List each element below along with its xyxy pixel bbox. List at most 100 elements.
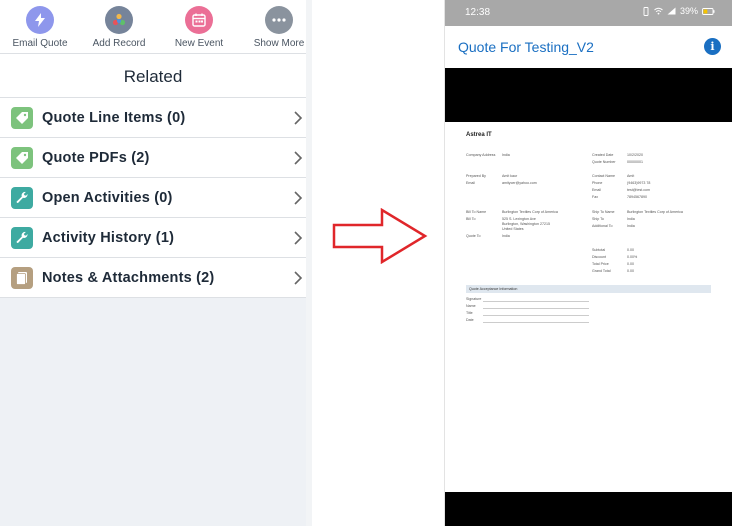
doc-label: Total Price bbox=[592, 262, 609, 266]
tag-icon bbox=[11, 147, 33, 169]
doc-value: test@test.com bbox=[627, 188, 651, 192]
chevron-right-icon bbox=[294, 191, 303, 205]
doc-value: India bbox=[627, 217, 635, 221]
quote-pdf-preview[interactable]: Astrea IT Company Address India Created … bbox=[445, 122, 732, 492]
action-label: Add Record bbox=[92, 38, 146, 49]
info-button[interactable]: i bbox=[704, 38, 721, 55]
related-heading: Related bbox=[0, 55, 306, 98]
record-panel: Email Quote Add Record New Event Show Mo… bbox=[0, 0, 306, 526]
doc-value: 00000001 bbox=[627, 160, 643, 164]
doc-label: Contact Name bbox=[592, 174, 615, 178]
doc-label: Date bbox=[466, 318, 474, 322]
calendar-icon bbox=[185, 6, 213, 34]
related-item-label: Open Activities (0) bbox=[42, 190, 173, 206]
doc-value: 7894567890 bbox=[627, 195, 647, 199]
doc-label: Created Date bbox=[592, 153, 614, 157]
doc-label: Name bbox=[466, 304, 476, 308]
title-bar: Quote For Testing_V2 i bbox=[445, 26, 732, 68]
add-record-icon bbox=[105, 6, 133, 34]
doc-value: United States bbox=[502, 227, 524, 231]
company-name: Astrea IT bbox=[466, 132, 492, 138]
doc-value: (9463)9973 78 bbox=[627, 181, 651, 185]
doc-label: Company Address bbox=[466, 153, 496, 157]
page-title: Quote For Testing_V2 bbox=[458, 39, 594, 55]
wrench-icon bbox=[11, 187, 33, 209]
doc-value: Amit bbox=[627, 174, 635, 178]
doc-label: Email bbox=[592, 188, 601, 192]
doc-label: Bill To bbox=[466, 217, 476, 221]
status-time: 12:38 bbox=[465, 7, 491, 18]
doc-value: Burlington, Washington 27215 bbox=[502, 222, 551, 226]
related-item-activity-history[interactable]: Activity History (1) bbox=[0, 218, 306, 258]
lightning-icon bbox=[26, 6, 54, 34]
doc-label: Email bbox=[466, 181, 475, 185]
pdf-viewer-top-bar bbox=[445, 68, 732, 122]
doc-value: 525 S. Lexington Ave bbox=[502, 217, 536, 221]
more-icon bbox=[265, 6, 293, 34]
doc-value: amitycer@yahoo.com bbox=[502, 181, 537, 185]
wrench-icon bbox=[11, 227, 33, 249]
doc-value: 10/2/2020 bbox=[627, 153, 643, 157]
title-line bbox=[483, 315, 589, 316]
doc-value: Burlington Textiles Corp of America bbox=[502, 210, 558, 214]
new-event-button[interactable]: New Event bbox=[161, 6, 237, 49]
related-item-label: Quote Line Items (0) bbox=[42, 110, 186, 126]
signature-line bbox=[483, 301, 589, 302]
related-item-quote-line-items[interactable]: Quote Line Items (0) bbox=[0, 98, 306, 138]
name-line bbox=[483, 308, 589, 309]
related-item-label: Activity History (1) bbox=[42, 230, 175, 246]
related-item-quote-pdfs[interactable]: Quote PDFs (2) bbox=[0, 138, 306, 178]
doc-label: Title bbox=[466, 311, 473, 315]
doc-label: Subtotal bbox=[592, 248, 606, 252]
screen: Email Quote Add Record New Event Show Mo… bbox=[0, 0, 732, 526]
doc-label: Fax bbox=[592, 195, 598, 199]
signal-icon bbox=[667, 7, 676, 15]
doc-label: Ship To Name bbox=[592, 210, 615, 214]
chevron-right-icon bbox=[294, 151, 303, 165]
divider bbox=[306, 0, 312, 526]
doc-value: 0.00% bbox=[627, 255, 638, 259]
acceptance-header: Quote Acceptance Information bbox=[466, 285, 711, 293]
email-quote-button[interactable]: Email Quote bbox=[2, 6, 78, 49]
doc-label: Prepared By bbox=[466, 174, 486, 178]
doc-label: Signature bbox=[466, 297, 482, 301]
wifi-icon bbox=[654, 7, 663, 15]
doc-value: 0.00 bbox=[627, 248, 634, 252]
pdf-viewer-bottom-bar bbox=[445, 492, 732, 526]
doc-value: Burlington Textiles Corp of America bbox=[627, 210, 683, 214]
doc-label: Quote To bbox=[466, 234, 481, 238]
add-record-button[interactable]: Add Record bbox=[81, 6, 157, 49]
doc-label: Phone bbox=[592, 181, 603, 185]
notes-icon bbox=[11, 267, 33, 289]
battery-percent: 39% bbox=[679, 6, 698, 16]
doc-label: Ship To bbox=[592, 217, 604, 221]
action-label: New Event bbox=[174, 38, 224, 49]
doc-label: Bill To Name bbox=[466, 210, 487, 214]
related-item-label: Quote PDFs (2) bbox=[42, 150, 150, 166]
status-icons: 39% bbox=[642, 6, 715, 16]
vibrate-icon bbox=[643, 6, 649, 16]
related-item-notes-attachments[interactable]: Notes & Attachments (2) bbox=[0, 258, 306, 298]
doc-value: Amit kaur bbox=[502, 174, 518, 178]
related-list: Quote Line Items (0) Quote PDFs (2) Open… bbox=[0, 98, 306, 298]
chevron-right-icon bbox=[294, 271, 303, 285]
date-line bbox=[483, 322, 589, 323]
doc-value: India bbox=[502, 153, 510, 157]
doc-label: Quote Number bbox=[592, 160, 616, 164]
related-item-open-activities[interactable]: Open Activities (0) bbox=[0, 178, 306, 218]
doc-label: Grand Total bbox=[592, 269, 611, 273]
doc-value: 0.00 bbox=[627, 262, 634, 266]
doc-label: Additional To bbox=[592, 224, 613, 228]
chevron-right-icon bbox=[294, 111, 303, 125]
action-label: Email Quote bbox=[12, 38, 68, 49]
doc-value: India bbox=[627, 224, 635, 228]
status-bar: 12:38 39% bbox=[445, 0, 732, 26]
doc-value: 0.00 bbox=[627, 269, 634, 273]
chevron-right-icon bbox=[294, 231, 303, 245]
phone-screen: 12:38 39% Quote For Testing_V2 i Astrea … bbox=[444, 0, 732, 526]
doc-label: Discount bbox=[592, 255, 606, 259]
related-item-label: Notes & Attachments (2) bbox=[42, 270, 215, 286]
doc-value: India bbox=[502, 234, 510, 238]
arrow-right-icon bbox=[332, 208, 428, 264]
tag-icon bbox=[11, 107, 33, 129]
